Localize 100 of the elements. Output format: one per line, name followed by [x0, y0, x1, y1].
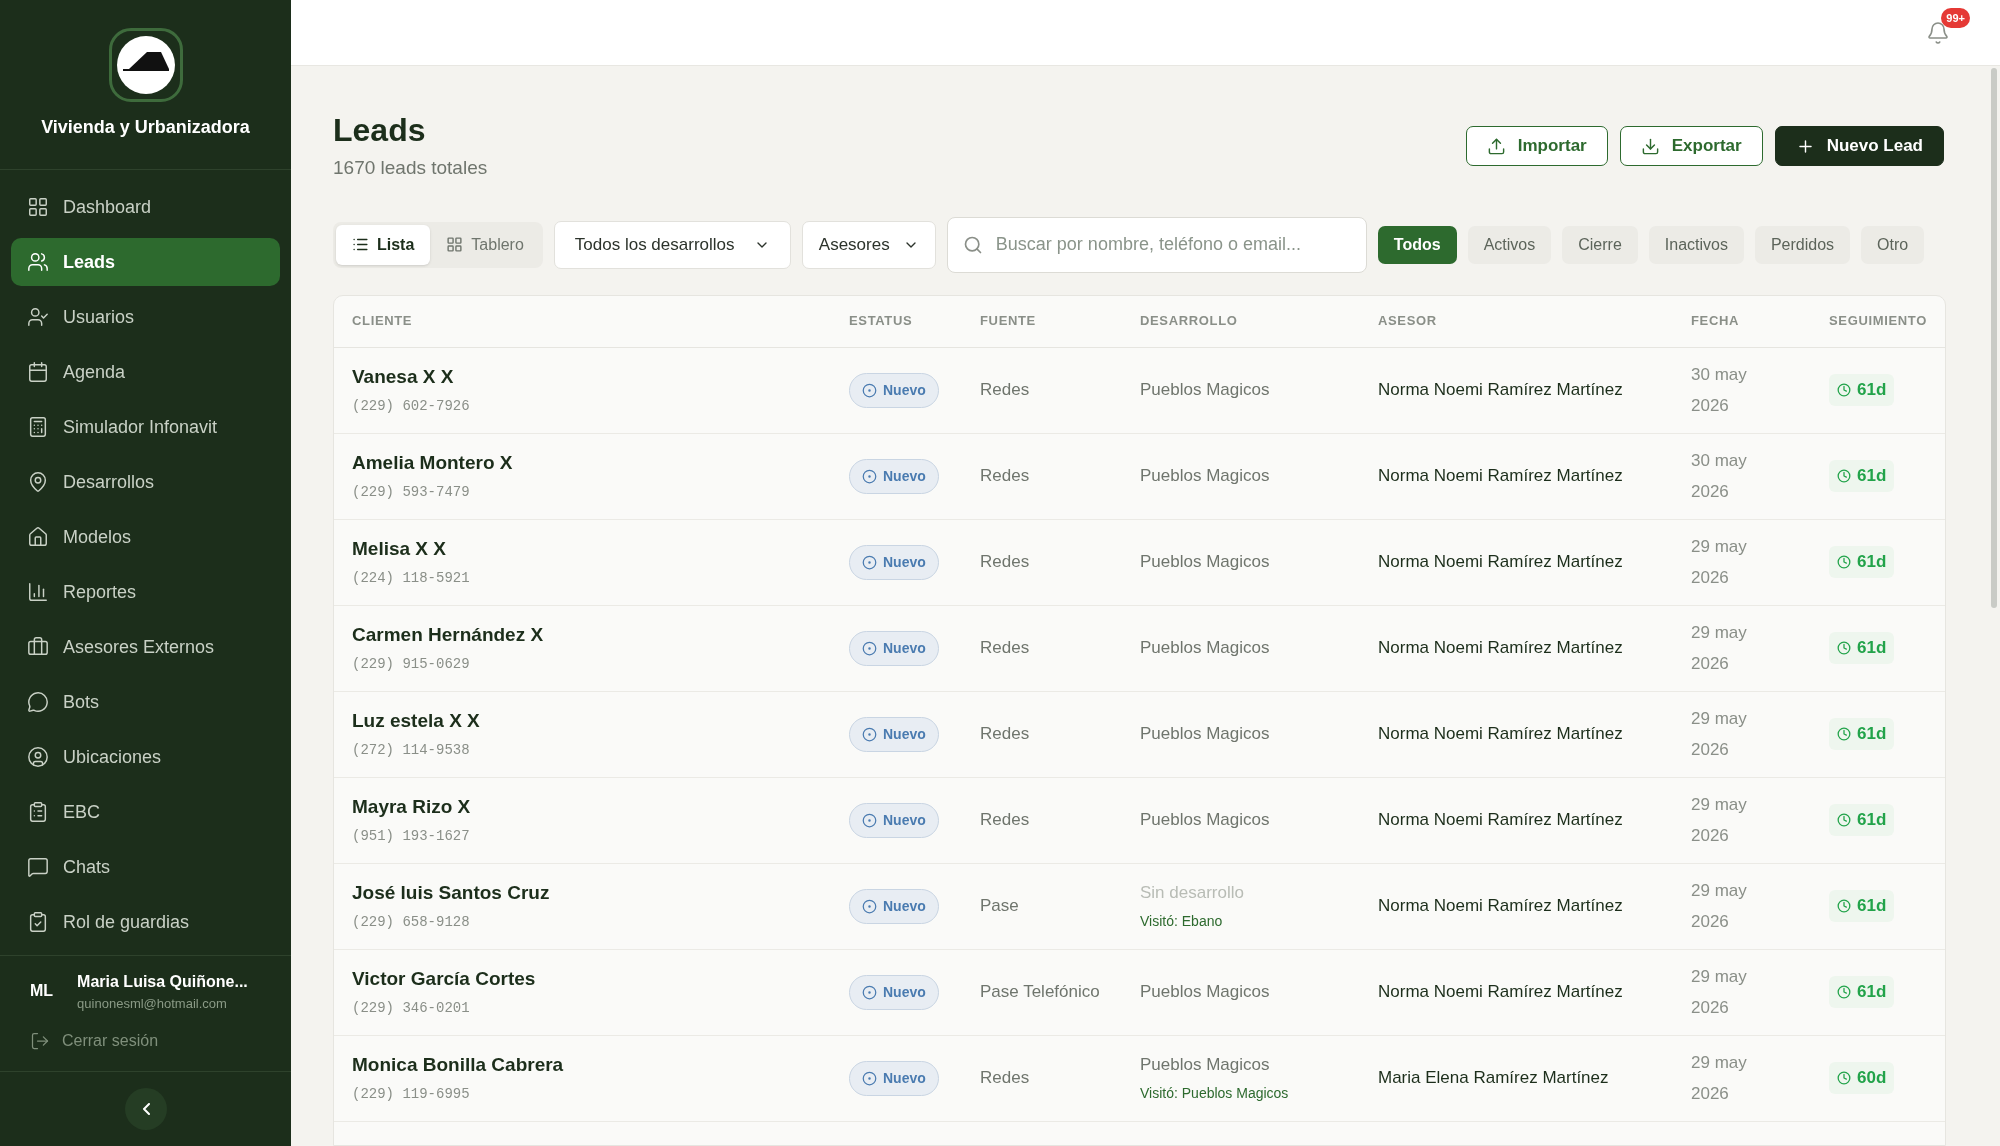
nav-icon	[27, 251, 49, 273]
sidebar-item[interactable]: Leads	[11, 238, 280, 286]
followup-pill: 61d	[1829, 804, 1895, 836]
clock-icon	[1837, 555, 1851, 569]
date-text: 29 may	[1691, 535, 1748, 558]
asesor-text: Norma Noemi Ramírez Martínez	[1378, 551, 1624, 574]
client-name: Victor García Cortes	[352, 967, 537, 992]
sidebar-item[interactable]: Rol de guardias	[11, 898, 280, 946]
sidebar-item[interactable]: Asesores Externos	[11, 623, 280, 671]
client-name: José luis Santos Cruz	[352, 881, 551, 906]
table-row[interactable]: Carmen Hernández X (229) 915-0629 Nuevo Redes Pueblos Magicos Norma Noemi Ramírez Martínez 29 may 2026 61d	[334, 605, 1945, 692]
followup-pill: 61d	[1829, 546, 1895, 578]
table-row[interactable]: Amelia Montero X (229) 593-7479 Nuevo Redes Pueblos Magicos Norma Noemi Ramírez Martínez 30 may 2026 61d	[334, 433, 1945, 520]
sidebar-item[interactable]: Usuarios	[11, 293, 280, 341]
status-pill: Nuevo	[849, 458, 939, 494]
sidebar-item[interactable]: Chats	[11, 843, 280, 891]
client-phone: (229) 119-6995	[352, 1084, 471, 1104]
nav-icon	[27, 361, 49, 383]
table-row[interactable]: Monica Bonilla Cabrera (229) 119-6995 Nuevo Redes Pueblos Magicos Visitó: Pueblos Magicos Maria Elena Ramírez Martínez 29 may 2026 60d	[334, 1035, 1945, 1122]
logout-link[interactable]: Cerrar sesión	[30, 1029, 261, 1053]
client-phone: (272) 114-9538	[352, 740, 471, 760]
table-row[interactable]: Luz estela X X (272) 114-9538 Nuevo Redes Pueblos Magicos Norma Noemi Ramírez Martínez 29 may 2026 61d	[334, 691, 1945, 778]
status-tab[interactable]: Cierre	[1562, 225, 1638, 264]
asesores-dropdown[interactable]: Asesores	[801, 220, 936, 269]
status-tab[interactable]: Inactivos	[1648, 225, 1744, 264]
page-title: Leads	[333, 111, 427, 150]
visit-text: Visitó: Ebano	[1140, 912, 1224, 932]
clock-icon	[1837, 985, 1851, 999]
nav-icon	[27, 471, 49, 493]
source-text: Pase	[980, 895, 1020, 917]
date-text: 2026	[1691, 395, 1730, 417]
table-row[interactable]: Victor García Cortes (229) 346-0201 Nuevo Pase Telefónico Pueblos Magicos Norma Noemi Ramírez Martínez 29 may 2026 61d	[334, 949, 1945, 1036]
desarrollo-text: Pueblos Magicos	[1140, 981, 1271, 1004]
date-text: 30 may	[1691, 449, 1748, 472]
status-icon	[862, 726, 877, 742]
nav-icon	[27, 911, 49, 933]
nav-icon	[27, 856, 49, 878]
clock-icon	[1837, 727, 1851, 741]
visit-text: Visitó: Pueblos Magicos	[1140, 1084, 1290, 1104]
user-email: quinonesml@hotmail.com	[77, 994, 228, 1013]
table-row[interactable]: Vanesa X X (229) 602-7926 Nuevo Redes Pueblos Magicos Norma Noemi Ramírez Martínez 30 may 2026 61d	[334, 347, 1945, 434]
view-tab[interactable]: Lista	[336, 224, 431, 265]
sidebar-item[interactable]: Reportes	[11, 568, 280, 616]
date-text: 29 may	[1691, 621, 1748, 644]
asesor-text: Norma Noemi Ramírez Martínez	[1378, 981, 1624, 1004]
client-phone: (229) 658-9128	[352, 912, 471, 932]
table-row[interactable]: José luis Santos Cruz (229) 658-9128 Nuevo Pase Sin desarrollo Visitó: Ebano Norma Noemi Ramírez Martínez 29 may 2026 61d	[334, 863, 1945, 950]
sidebar-item[interactable]: EBC	[11, 788, 280, 836]
user-name: Maria Luisa Quiñone...	[77, 971, 248, 992]
status-pill: Nuevo	[849, 372, 939, 408]
table-row[interactable]: Mayra Rizo X (951) 193-1627 Nuevo Redes Pueblos Magicos Norma Noemi Ramírez Martínez 29 may 2026 61d	[334, 777, 1945, 864]
status-pill: Nuevo	[849, 544, 939, 580]
followup-pill: 61d	[1829, 890, 1895, 922]
view-tab[interactable]: Tablero	[430, 224, 540, 265]
status-tab[interactable]: Todos	[1377, 225, 1457, 264]
asesor-text: Norma Noemi Ramírez Martínez	[1378, 895, 1624, 918]
sidebar-item[interactable]: Simulador Infonavit	[11, 403, 280, 451]
sidebar-item[interactable]: Agenda	[11, 348, 280, 396]
sidebar-item[interactable]: Desarrollos	[11, 458, 280, 506]
download-icon	[1640, 136, 1660, 156]
table-row[interactable]: Melisa X X (224) 118-5921 Nuevo Redes Pueblos Magicos Norma Noemi Ramírez Martínez 29 may 2026 61d	[334, 519, 1945, 606]
status-pill: Nuevo	[849, 1060, 939, 1096]
nav-icon	[27, 196, 49, 218]
nav-icon	[27, 691, 49, 713]
client-name: Mayra Rizo X	[352, 795, 472, 820]
sidebar-item[interactable]: Dashboard	[11, 183, 280, 231]
sidebar-item[interactable]: Modelos	[11, 513, 280, 561]
client-phone: (229) 915-0629	[352, 654, 471, 674]
action-button[interactable]: Importar	[1465, 126, 1608, 166]
desarrollo-text: Pueblos Magicos	[1140, 465, 1271, 488]
client-name: Monica Bonilla Cabrera	[352, 1053, 565, 1078]
desarrollo-dropdown[interactable]: Todos los desarrollos	[553, 220, 791, 269]
action-button[interactable]: Exportar	[1619, 126, 1763, 166]
status-tab[interactable]: Otro	[1861, 225, 1925, 264]
status-tab[interactable]: Activos	[1467, 225, 1552, 264]
date-text: 2026	[1691, 739, 1730, 761]
notification-badge: 99+	[1941, 7, 1970, 28]
sidebar-item[interactable]: Bots	[11, 678, 280, 726]
bell-icon[interactable]	[1926, 20, 1950, 45]
date-text: 29 may	[1691, 879, 1748, 902]
desarrollo-text: Pueblos Magicos	[1140, 379, 1271, 402]
action-button[interactable]: Nuevo Lead	[1774, 126, 1944, 166]
clock-icon	[1837, 1071, 1851, 1085]
column-header: FECHA	[1691, 312, 1741, 331]
asesor-text: Maria Elena Ramírez Martínez	[1378, 1067, 1610, 1090]
brand-name: Vivienda y Urbanizadora	[41, 116, 250, 139]
column-header: CLIENTE	[352, 312, 414, 331]
status-pill: Nuevo	[849, 974, 939, 1010]
status-tab[interactable]: Perdidos	[1754, 225, 1851, 264]
asesor-text: Norma Noemi Ramírez Martínez	[1378, 809, 1624, 832]
sidebar-item[interactable]: Ubicaciones	[11, 733, 280, 781]
nav-icon	[27, 746, 49, 768]
logout-icon	[30, 1031, 50, 1051]
client-phone: (229) 602-7926	[352, 396, 471, 416]
asesor-text: Norma Noemi Ramírez Martínez	[1378, 723, 1624, 746]
source-text: Redes	[980, 637, 1031, 659]
search-field[interactable]: Buscar por nombre, teléfono o email...	[946, 216, 1367, 273]
user-initials: ML	[30, 981, 54, 1002]
search-icon	[962, 234, 983, 255]
client-name: Carmen Hernández X	[352, 623, 545, 648]
